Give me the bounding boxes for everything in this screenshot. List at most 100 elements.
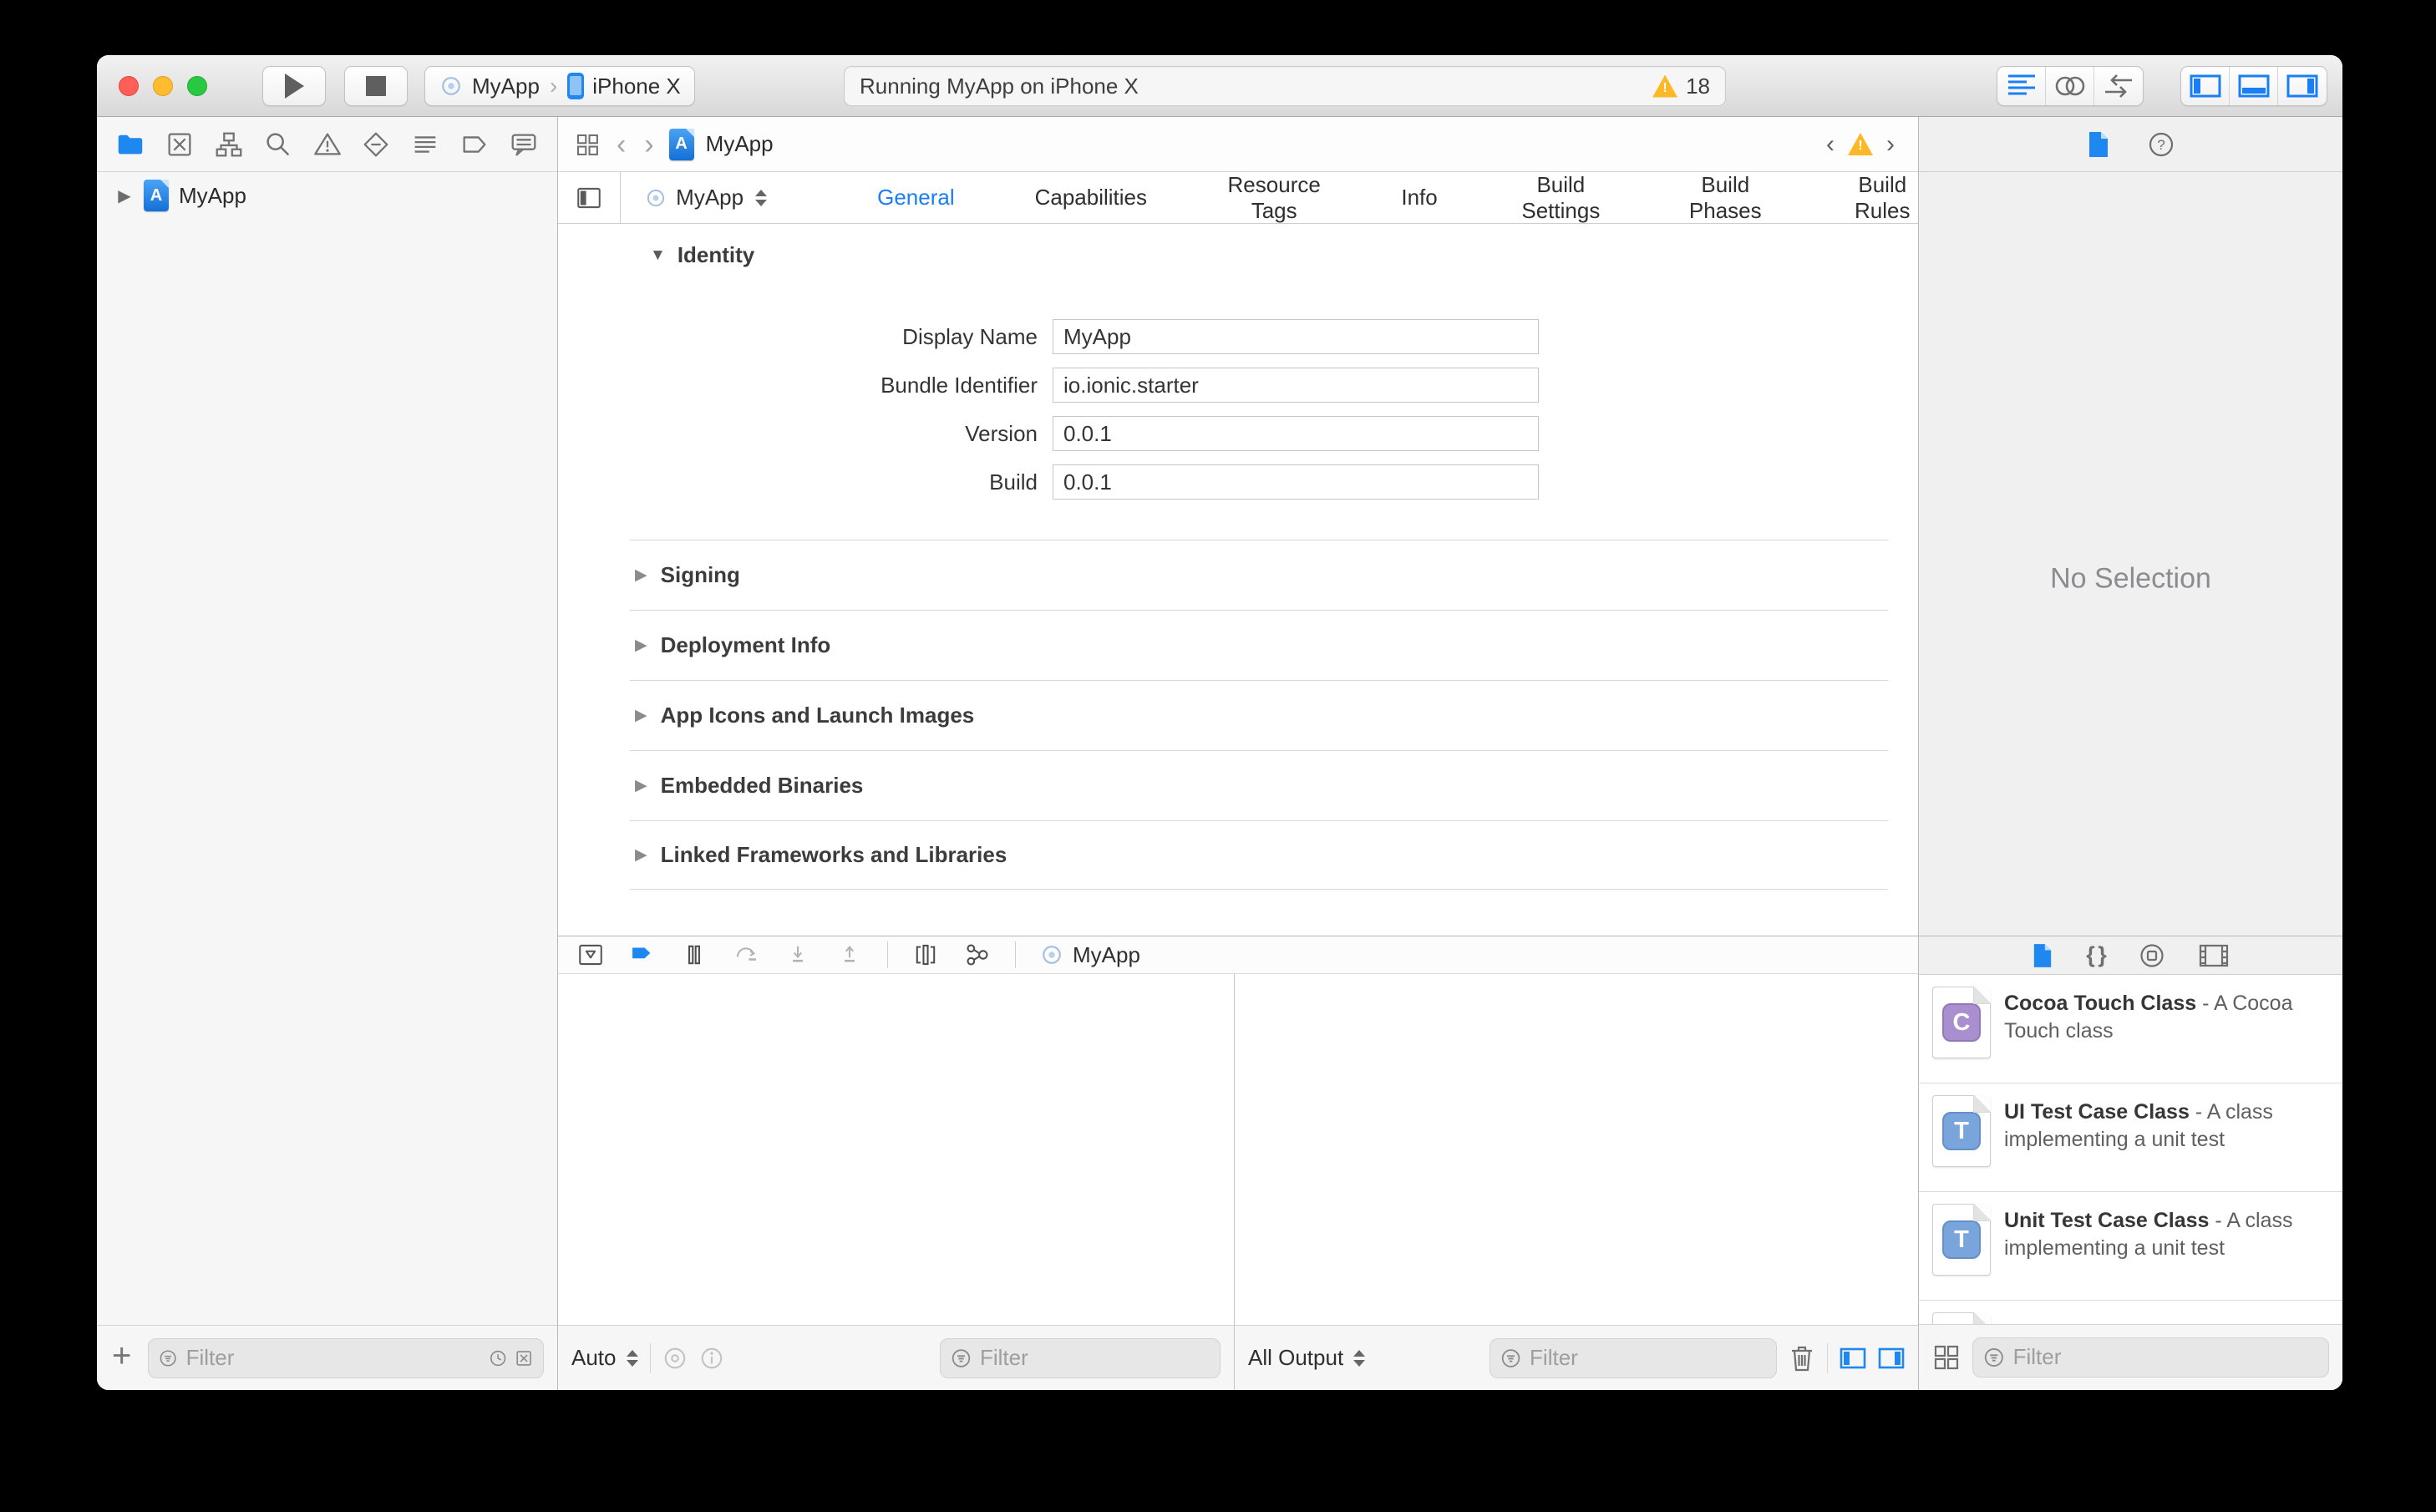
scheme-selector[interactable]: MyApp › iPhone X (424, 66, 695, 106)
issue-navigator-tab[interactable] (309, 126, 346, 163)
memory-graph-button[interactable] (963, 941, 992, 969)
close-window-button[interactable] (119, 76, 139, 96)
svg-text:?: ? (2157, 137, 2164, 153)
linked-frameworks-section-header[interactable]: ▶ Linked Frameworks and Libraries (630, 820, 1888, 890)
warning-icon[interactable]: ! (1848, 133, 1873, 155)
console-filter-input[interactable] (1528, 1344, 1766, 1372)
trash-icon (1792, 1346, 1812, 1371)
info-icon[interactable] (699, 1346, 724, 1371)
console-scope-selector[interactable]: All Output (1248, 1345, 1366, 1371)
source-control-navigator-tab[interactable] (161, 126, 198, 163)
tab-build-phases[interactable]: Build Phases (1684, 172, 1767, 224)
form-row: Display Name (558, 312, 1918, 361)
clear-console-button[interactable] (1789, 1344, 1815, 1372)
tab-build-rules[interactable]: Build Rules (1847, 172, 1918, 224)
version-editor-button[interactable] (2094, 67, 2143, 105)
pause-execution-button[interactable] (680, 941, 708, 969)
variables-view[interactable] (558, 974, 1235, 1325)
minimize-window-button[interactable] (153, 76, 173, 96)
find-navigator-tab[interactable] (260, 126, 297, 163)
disclosure-triangle-icon[interactable]: ▼ (650, 246, 666, 265)
jump-bar-file-label[interactable]: MyApp (706, 131, 774, 157)
toggle-utilities-button[interactable] (2278, 67, 2327, 105)
breakpoints-toggle-button[interactable] (628, 941, 657, 969)
file-inspector-tab[interactable] (2088, 130, 2109, 159)
code-snippet-library-tab[interactable]: { } (2086, 942, 2106, 968)
disclosure-triangle-icon[interactable]: ▶ (635, 845, 647, 865)
display-name-field[interactable] (1053, 319, 1539, 354)
library-view-mode-button[interactable] (1932, 1343, 1961, 1372)
run-button[interactable] (262, 66, 326, 106)
tab-general[interactable]: General (877, 172, 955, 224)
quick-look-eye-icon[interactable] (662, 1346, 688, 1371)
recent-files-clock-icon[interactable] (489, 1347, 507, 1370)
library-item-cocoa-touch-class[interactable]: C Cocoa Touch Class - A Cocoa Touch clas… (1919, 975, 2342, 1083)
previous-issue-button[interactable]: ‹ (1823, 131, 1838, 157)
next-issue-button[interactable]: › (1883, 131, 1898, 157)
help-icon: ? (2149, 132, 2173, 156)
step-out-button[interactable] (835, 941, 864, 969)
tab-info[interactable]: Info (1401, 172, 1437, 224)
file-template-library-tab[interactable] (2033, 942, 2053, 969)
version-field[interactable] (1053, 416, 1539, 451)
app-icons-section-header[interactable]: ▶ App Icons and Launch Images (630, 680, 1888, 750)
disclosure-triangle-icon[interactable]: ▶ (635, 776, 647, 795)
build-field[interactable] (1053, 464, 1539, 500)
tab-resource-tags[interactable]: Resource Tags (1227, 172, 1321, 224)
quick-help-inspector-tab[interactable]: ? (2148, 131, 2175, 158)
related-items-button[interactable] (573, 130, 601, 159)
symbol-navigator-tab[interactable] (211, 126, 247, 163)
disclosure-triangle-icon[interactable]: ▶ (635, 566, 647, 585)
disclosure-triangle-icon[interactable]: ▶ (635, 636, 647, 655)
project-outline-toggle-button[interactable] (558, 172, 622, 223)
add-button[interactable]: + (110, 1339, 136, 1378)
standard-editor-button[interactable] (1997, 67, 2046, 105)
disclosure-triangle-icon[interactable]: ▶ (635, 706, 647, 725)
embedded-binaries-section-header[interactable]: ▶ Embedded Binaries (630, 750, 1888, 820)
breakpoint-navigator-tab[interactable] (456, 126, 493, 163)
activity-viewer[interactable]: Running MyApp on iPhone X ! 18 (844, 66, 1726, 106)
show-console-view-toggle[interactable] (1878, 1347, 1905, 1369)
variables-filter-input[interactable] (977, 1344, 1210, 1372)
warning-count[interactable]: 18 (1686, 74, 1710, 99)
library-filter-input[interactable] (2011, 1343, 2318, 1371)
disclosure-triangle-icon[interactable]: ▶ (115, 185, 134, 206)
toggle-navigator-button[interactable] (2181, 67, 2230, 105)
console-view[interactable] (1235, 974, 1918, 1325)
test-diamond-icon (363, 132, 388, 156)
zoom-window-button[interactable] (187, 76, 207, 96)
step-over-button[interactable] (732, 941, 760, 969)
bundle-identifier-field[interactable] (1053, 368, 1539, 403)
debug-navigator-tab[interactable] (407, 126, 444, 163)
toggle-debug-area-button[interactable] (2230, 67, 2278, 105)
deployment-info-section-header[interactable]: ▶ Deployment Info (630, 610, 1888, 680)
source-control-status-icon[interactable] (515, 1347, 533, 1370)
signing-section-header[interactable]: ▶ Signing (630, 540, 1888, 610)
navigator-filter-input[interactable] (184, 1344, 483, 1372)
hide-debug-area-button[interactable] (576, 941, 605, 969)
go-back-button[interactable]: ‹ (613, 130, 629, 159)
stop-button[interactable] (344, 66, 408, 106)
project-row[interactable]: ▶ A MyApp (97, 172, 557, 219)
show-variables-view-toggle[interactable] (1840, 1347, 1866, 1369)
media-library-tab[interactable] (2199, 943, 2229, 968)
object-library-tab[interactable] (2139, 942, 2165, 969)
view-debugger-button[interactable] (911, 941, 940, 969)
library-item-unit-test-case-class[interactable]: T Unit Test Case Class - A class impleme… (1919, 1192, 2342, 1301)
debug-process-chip[interactable]: MyApp (1039, 942, 1140, 968)
test-navigator-tab[interactable] (358, 126, 394, 163)
editor-area: ‹ › A MyApp ‹ ! › MyApp General Capabili… (558, 117, 1918, 1390)
library-item-partial[interactable] (1919, 1301, 2342, 1324)
target-selector[interactable]: MyApp (644, 185, 768, 211)
go-forward-button[interactable]: › (641, 130, 657, 159)
tab-capabilities[interactable]: Capabilities (1035, 172, 1147, 224)
library-item-ui-test-case-class[interactable]: T UI Test Case Class - A class implement… (1919, 1083, 2342, 1192)
report-navigator-tab[interactable] (505, 126, 542, 163)
assistant-editor-button[interactable] (2046, 67, 2094, 105)
project-navigator-tab[interactable] (112, 126, 149, 163)
standard-editor-icon (2007, 74, 2035, 95)
tab-build-settings[interactable]: Build Settings (1518, 172, 1604, 224)
variables-scope-selector[interactable]: Auto (571, 1345, 638, 1371)
identity-section-header[interactable]: ▼ Identity (650, 242, 754, 268)
step-into-button[interactable] (784, 941, 812, 969)
